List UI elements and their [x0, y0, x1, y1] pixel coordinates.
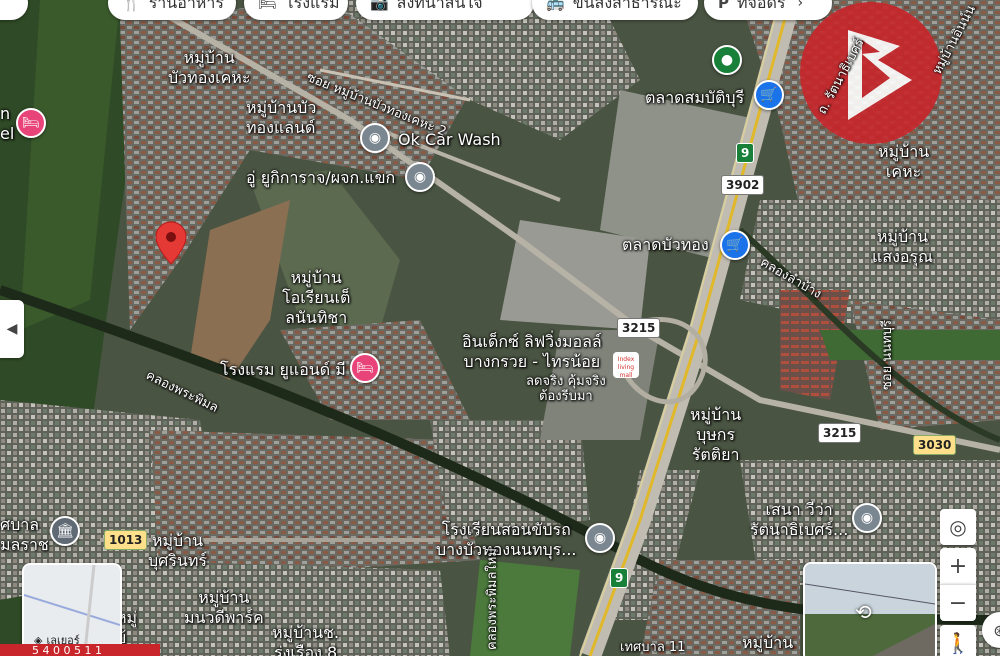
place-marker[interactable]: ◉: [360, 123, 390, 153]
label-moo-buttakorn: หมู่บ้าน บุษกร รัตติยา: [690, 405, 742, 464]
cart-icon: 🛒: [726, 237, 744, 253]
pegman-button[interactable]: 🚶: [940, 625, 976, 656]
label-moo-saengarun: หมู่บ้าน แสงอรุณ: [872, 227, 933, 266]
pegman-icon: 🚶: [945, 631, 971, 655]
my-location-button[interactable]: ◎: [940, 509, 976, 545]
route-shield: 3902: [721, 175, 765, 195]
label-left-edge-el: el: [0, 124, 15, 143]
collapse-panel-button[interactable]: ◀: [0, 300, 24, 358]
bed-icon: 🛏: [356, 360, 374, 376]
pin-dot-icon: ◉: [413, 169, 427, 185]
place-marker[interactable]: ◉: [405, 162, 435, 192]
chip-label: ร้านอาหาร: [148, 0, 224, 12]
label-index-sub: ลดจริง คุ้มจริง ต้องรีบมา: [526, 374, 606, 404]
label-moo-buathong-land: หมู่บ้านบัว ทองแลนด์: [246, 98, 317, 137]
label-moo-kheha: หมู่บ้าน เคหะ: [878, 142, 930, 181]
chip-label: โรงแรม: [285, 0, 340, 12]
label-hotel-u-and-me: โรงแรม ยูแอนด์ มี: [220, 360, 346, 379]
bus-icon: 🚌: [546, 0, 565, 12]
route-shield: 9: [736, 143, 755, 163]
label-auto-garage: อู่ ยูกิการาจ/ผจก.แขก: [246, 168, 396, 187]
label-ok-car-wash: Ok Car Wash: [398, 130, 501, 149]
hotel-marker[interactable]: 🛏: [16, 108, 46, 138]
label-moo-orient: หมู่บ้าน โอเรียนเต็ ลนันทิชา: [282, 268, 351, 327]
route-shield: 3215: [818, 423, 862, 443]
label-khlong-bottom: คลองพระพิมลใหม่: [485, 548, 500, 650]
place-marker[interactable]: ◉: [585, 523, 615, 553]
zoom-in-button[interactable]: +: [940, 548, 976, 584]
camera-icon: 📷: [370, 0, 389, 12]
label-moo-buathong-kheha: หมู่บ้าน บัวทองเคหะ: [168, 48, 251, 87]
dot-icon: ●: [720, 52, 734, 68]
chip-label: ที่จอดร: [737, 0, 786, 12]
index-mall-logo: Index living mall: [613, 352, 639, 379]
label-moo-rungrueang: หมู่บ้านช. รุ่งเรือง 8: [272, 623, 340, 656]
parking-icon: P: [718, 0, 729, 12]
bed-icon: 🛏: [258, 0, 278, 12]
chip-transit[interactable]: 🚌 ขนส่งสาธารณะ: [532, 0, 698, 20]
street-view-thumbnail[interactable]: ⟲: [803, 562, 937, 656]
route-shield: 1013: [104, 530, 148, 550]
chip-restaurants[interactable]: 🍴 ร้านอาหาร: [108, 0, 236, 20]
hotel-marker[interactable]: 🛏: [350, 353, 380, 383]
label-talat-sombat: ตลาดสมบัติบุรี: [645, 88, 745, 107]
plus-icon: +: [948, 553, 968, 579]
label-moo-manot: หมู่บ้าน มนวดีพาร์ค: [184, 588, 264, 627]
fork-knife-icon: 🍴: [122, 0, 141, 12]
government-marker[interactable]: 🏛: [50, 516, 80, 546]
label-index-mall: อินเด็กซ์ ลิฟวิ่งมอลล์ บางกรวย - ไทรน้อย: [462, 332, 602, 371]
target-icon: ◎: [949, 515, 967, 539]
label-driving-school: โรงเรียนสอนขับรถ บางบัวทองนนทบุร...: [436, 520, 577, 559]
chip-label: สิ่งที่น่าสนใจ: [396, 0, 483, 12]
label-left-edge-n: n: [0, 104, 11, 123]
layers-button[interactable]: ◈ เลเยอร์: [22, 563, 122, 656]
label-road-bottom: เทศบาล 11: [620, 640, 686, 655]
label-sena-viva: เสนา วีว่า รัตนาธิเบศร์...: [750, 500, 849, 539]
place-marker[interactable]: ◉: [852, 503, 882, 533]
cart-icon: 🛒: [760, 87, 778, 103]
zoom-out-button[interactable]: −: [940, 584, 976, 621]
building-icon: 🏛: [56, 523, 74, 539]
pin-dot-icon: ◉: [860, 510, 874, 526]
route-shield: 3215: [617, 318, 661, 338]
chevron-left-icon: ◀: [6, 321, 18, 337]
route-shield: 3030: [913, 435, 957, 455]
label-thetsaban: ศบาล มลราช: [0, 515, 49, 554]
location-pin-icon[interactable]: [154, 220, 188, 266]
chip-hotels[interactable]: 🛏 โรงแรม: [244, 0, 348, 20]
route-shield: 9: [610, 568, 629, 588]
pin-dot-icon: ◉: [368, 130, 382, 146]
label-moo-bottom-right: หมู่บ้าน: [742, 633, 794, 652]
place-marker[interactable]: ●: [712, 45, 742, 75]
brand-b-icon: [848, 30, 912, 120]
bed-icon: 🛏: [22, 115, 40, 131]
shop-marker[interactable]: 🛒: [754, 80, 784, 110]
chip-label: ขนส่งสาธารณะ: [572, 0, 682, 12]
brand-logo: [800, 2, 942, 144]
label-talat-buathong: ตลาดบัวทอง: [622, 235, 709, 254]
bottom-banner: 5 4 0 0 5 1 1: [0, 644, 160, 656]
pin-dot-icon: ◉: [593, 530, 607, 546]
label-soi-nonthaburi: ซอย นนทบุรี: [880, 320, 895, 390]
rotate-360-icon: ⟲: [855, 600, 872, 624]
shop-marker[interactable]: 🛒: [720, 230, 750, 260]
minus-icon: −: [948, 590, 968, 616]
chip-attractions[interactable]: 📷 สิ่งที่น่าสนใจ: [356, 0, 534, 20]
map-view[interactable]: ☰ 🍴 ร้านอาหาร 🛏 โรงแรม 📷 สิ่งที่น่าสนใจ …: [0, 0, 1000, 656]
compass-icon: ⊛: [993, 620, 1000, 640]
label-moo-boririn: หมู่บ้าน บุศรินทร์: [148, 531, 207, 570]
